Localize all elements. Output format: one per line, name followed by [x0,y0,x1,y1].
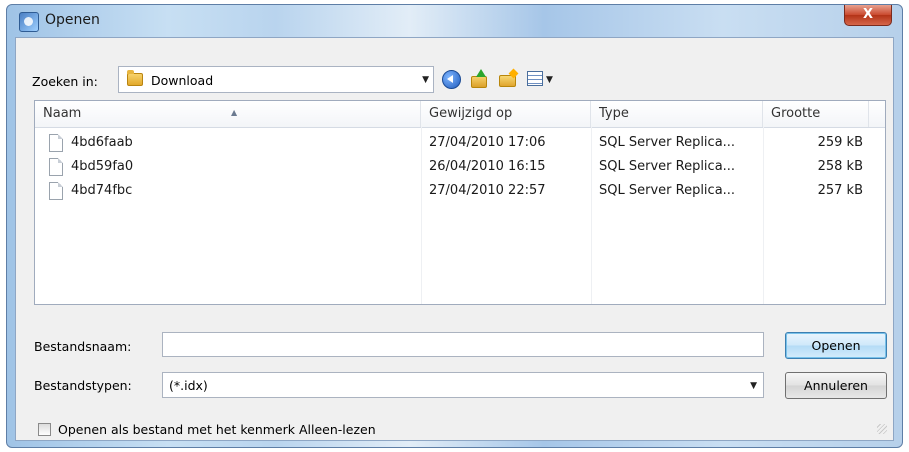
title-bar[interactable]: Openen X [7,5,902,41]
resize-grip-icon[interactable] [877,424,887,434]
filetype-dropdown[interactable]: (*.idx) ▼ [162,372,764,398]
column-header-type[interactable]: Type [591,101,763,127]
column-header-name[interactable]: Naam ▲ [35,101,421,127]
file-row[interactable]: 4bd59fa0 26/04/2010 16:15 SQL Server Rep… [35,156,885,180]
lookin-value: Download [151,73,214,88]
file-name: 4bd59fa0 [71,159,134,174]
cancel-button[interactable]: Annuleren [785,372,887,399]
file-size: 259 kB [817,135,863,150]
file-row[interactable]: 4bd6faab 27/04/2010 17:06 SQL Server Rep… [35,132,885,156]
file-size: 258 kB [817,159,863,174]
back-icon[interactable] [442,69,462,89]
file-icon [49,134,63,152]
readonly-checkbox[interactable] [38,423,51,436]
file-list[interactable]: Naam ▲ Gewijzigd op Type Grootte 4bd6faa… [34,100,886,305]
chevron-down-icon[interactable]: ▼ [422,75,429,85]
views-menu-icon[interactable]: ▼ [526,69,556,89]
file-name: 4bd6faab [71,135,133,150]
chevron-down-icon[interactable]: ▼ [750,381,757,391]
filename-label: Bestandsnaam: [34,339,132,354]
window-title: Openen [45,12,100,28]
filetype-value: (*.idx) [169,378,208,393]
file-row[interactable]: 4bd74fbc 27/04/2010 22:57 SQL Server Rep… [35,180,885,204]
folder-icon [127,70,143,86]
readonly-label[interactable]: Openen als bestand met het kenmerk Allee… [58,422,376,437]
new-folder-icon[interactable] [498,68,519,89]
file-modified: 26/04/2010 16:15 [429,159,546,174]
up-folder-icon[interactable] [470,69,490,89]
file-modified: 27/04/2010 17:06 [429,135,546,150]
sort-ascending-icon: ▲ [231,108,238,117]
app-icon [19,12,39,32]
open-dialog-window: Openen X Zoeken in: Download ▼ ▼ Naam ▲ … [6,4,903,448]
column-header-modified[interactable]: Gewijzigd op [421,101,591,127]
file-modified: 27/04/2010 22:57 [429,183,546,198]
filename-input[interactable] [162,332,764,357]
file-type: SQL Server Replica... [599,183,736,198]
close-button[interactable]: X [844,5,892,26]
dialog-body: Zoeken in: Download ▼ ▼ Naam ▲ Gewijzigd… [15,37,894,441]
filetype-label: Bestandstypen: [34,378,132,393]
column-header-size[interactable]: Grootte [763,101,869,127]
lookin-dropdown[interactable]: Download ▼ [118,66,434,93]
file-icon [49,158,63,176]
file-name: 4bd74fbc [71,183,133,198]
list-header: Naam ▲ Gewijzigd op Type Grootte [35,101,885,128]
file-icon [49,182,63,200]
file-type: SQL Server Replica... [599,159,736,174]
file-size: 257 kB [817,183,863,198]
file-type: SQL Server Replica... [599,135,736,150]
open-button[interactable]: Openen [785,332,887,359]
lookin-label: Zoeken in: [32,74,98,89]
